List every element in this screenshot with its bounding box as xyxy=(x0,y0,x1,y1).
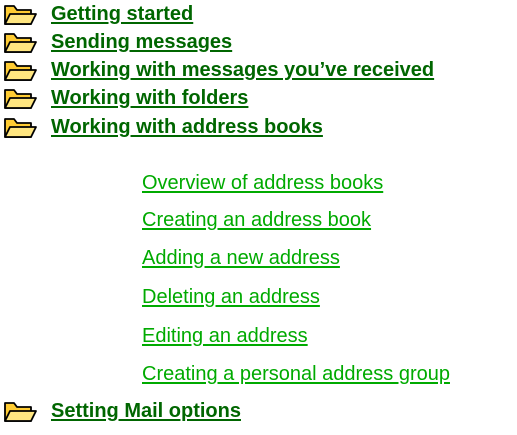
topic-label[interactable]: Sending messages xyxy=(51,29,232,55)
topic-label[interactable]: Setting Mail options xyxy=(51,398,241,424)
subtopic-creating-address-book[interactable]: Creating an address book xyxy=(142,207,371,233)
open-folder-icon xyxy=(3,58,37,82)
subtopic-deleting-address[interactable]: Deleting an address xyxy=(142,284,320,310)
topic-label[interactable]: Working with folders xyxy=(51,85,248,111)
topic-label[interactable]: Working with messages you’ve received xyxy=(51,57,434,83)
subtopic-overview-address-books[interactable]: Overview of address books xyxy=(142,170,383,196)
subtopic-creating-personal-group[interactable]: Creating a personal address group xyxy=(142,361,450,387)
open-folder-icon xyxy=(3,2,37,26)
subtopic-editing-address[interactable]: Editing an address xyxy=(142,323,308,349)
open-folder-icon xyxy=(3,115,37,139)
open-folder-icon xyxy=(3,30,37,54)
topic-label[interactable]: Working with address books xyxy=(51,114,323,140)
topic-label[interactable]: Getting started xyxy=(51,1,193,27)
open-folder-icon xyxy=(3,399,37,423)
subtopic-adding-new-address[interactable]: Adding a new address xyxy=(142,245,340,271)
open-folder-icon xyxy=(3,86,37,110)
